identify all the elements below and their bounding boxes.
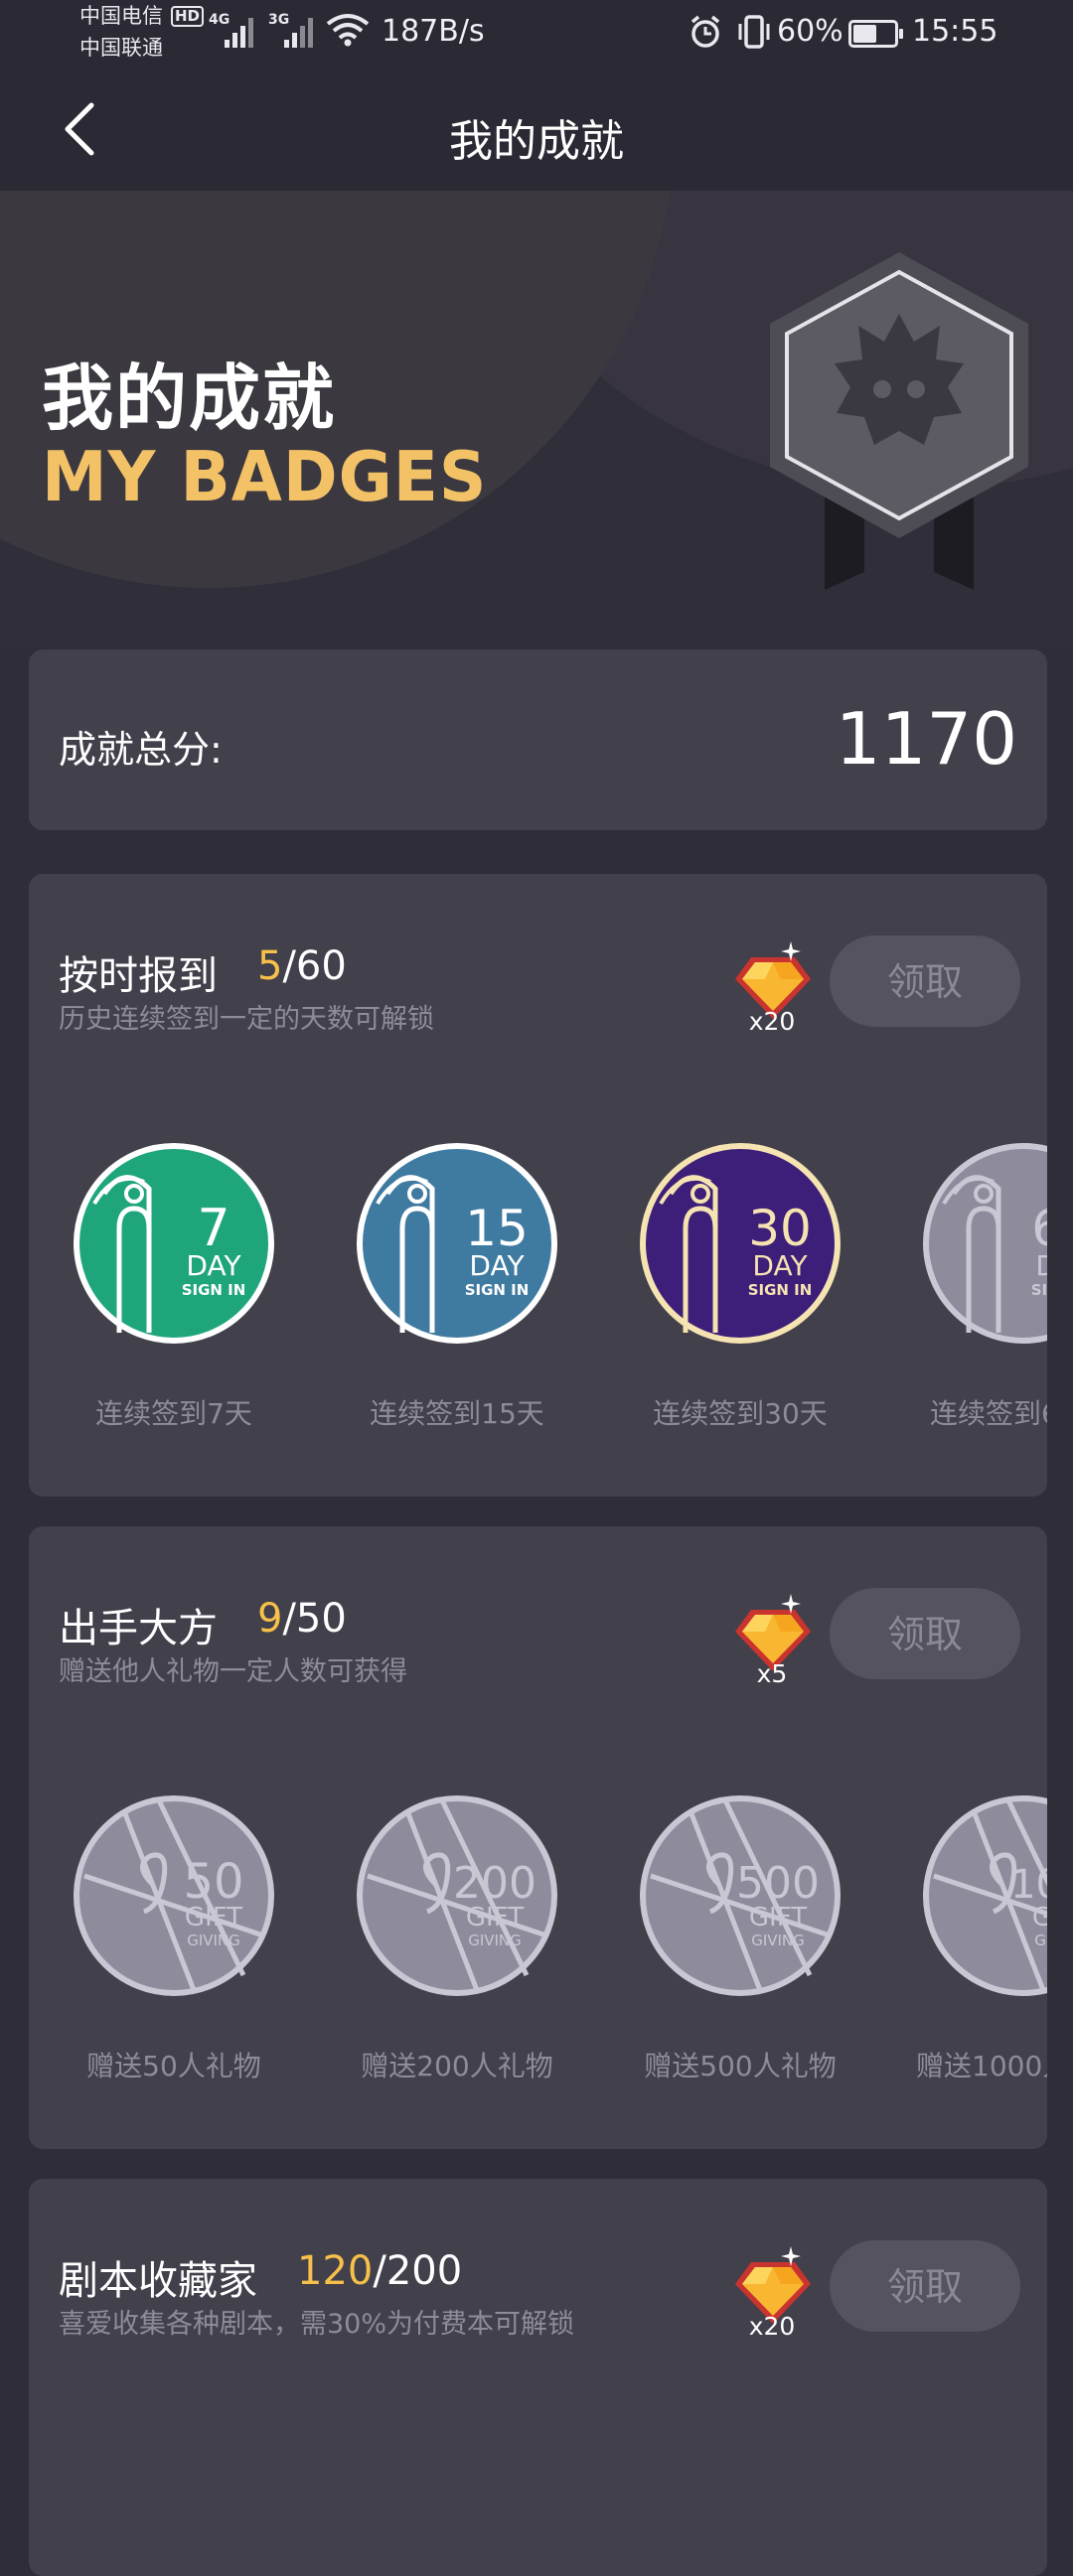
wifi-icon [326, 14, 370, 47]
carrier-2: 中国联通 [79, 36, 163, 60]
svg-text:GIFT: GIFT [1032, 1903, 1047, 1932]
badge-sign-in-15[interactable]: 15 DAY SIGN IN [348, 1134, 566, 1353]
badge-sign-in-60[interactable]: 60 DAY SIGN IN [914, 1134, 1047, 1353]
svg-text:SIGN IN: SIGN IN [182, 1281, 246, 1299]
badge-label: 连续签到30天 [653, 1397, 828, 1430]
total-score-card: 成就总分: 1170 [29, 649, 1047, 830]
nav-bar: 我的成就 [0, 70, 1073, 191]
svg-text:500: 500 [736, 1858, 820, 1909]
signal-icon-2 [284, 14, 320, 48]
svg-text:SIGN IN: SIGN IN [1031, 1281, 1047, 1299]
vibrate-icon [738, 15, 770, 49]
achievement-description: 赠送他人礼物一定人数可获得 [59, 1656, 407, 1687]
network-speed: 187B/s [382, 14, 485, 49]
svg-text:DAY: DAY [469, 1249, 525, 1282]
achievement-title: 剧本收藏家 [59, 2258, 257, 2304]
hero-banner: 我的成就 MY BADGES [0, 191, 1073, 647]
signal-icon [225, 14, 260, 48]
achievement-description: 喜爱收集各种剧本，需30%为付费本可解锁 [59, 2309, 575, 2340]
medal-icon [770, 252, 1028, 590]
badge-gift-500[interactable]: 500 GIFT GIVING [631, 1787, 849, 2005]
achievement-title: 按时报到 [59, 953, 218, 999]
svg-text:DAY: DAY [752, 1249, 808, 1282]
reward-count: x5 [756, 1659, 788, 1688]
svg-text:50: 50 [183, 1854, 243, 1910]
battery-percent: 60% [777, 14, 843, 49]
svg-text:DAY: DAY [186, 1249, 241, 1282]
svg-text:GIVING: GIVING [751, 1932, 805, 1949]
svg-text:GIFT: GIFT [185, 1903, 242, 1932]
svg-text:SIGN IN: SIGN IN [465, 1281, 530, 1299]
battery-icon [848, 20, 903, 48]
achievement-progress: 120/200 [297, 2248, 463, 2294]
svg-text:SIGN IN: SIGN IN [748, 1281, 813, 1299]
claim-button[interactable]: 领取 [830, 1588, 1020, 1679]
badge-sign-in-30[interactable]: 30 DAY SIGN IN [631, 1134, 849, 1353]
clock: 15:55 [912, 14, 998, 49]
claim-button[interactable]: 领取 [830, 2240, 1020, 2332]
reward-count: x20 [748, 1007, 796, 1036]
achievement-progress: 9/50 [257, 1596, 347, 1642]
svg-text:GIVING: GIVING [468, 1932, 522, 1949]
svg-text:1000: 1000 [1010, 1862, 1047, 1908]
badge-label: 连续签到7天 [95, 1397, 252, 1430]
badge-gift-1000[interactable]: 1000 GIFT GIVING [914, 1787, 1047, 2005]
badge-sign-in-7[interactable]: 7 DAY SIGN IN [65, 1134, 283, 1353]
svg-text:DAY: DAY [1035, 1249, 1047, 1282]
badge-gift-50[interactable]: 50 GIFT GIVING [65, 1787, 283, 2005]
badge-label: 赠送50人礼物 [86, 2050, 261, 2082]
svg-text:200: 200 [453, 1858, 536, 1909]
achievement-title: 出手大方 [59, 1606, 218, 1651]
hero-subtitle: MY BADGES [42, 437, 488, 517]
total-score-label: 成就总分: [59, 728, 223, 772]
badge-label: 赠送1000人礼物 [916, 2050, 1047, 2082]
badge-label: 赠送200人礼物 [361, 2050, 553, 2082]
achievement-progress: 5/60 [257, 943, 347, 989]
achievement-card-sign-in: 按时报到 5/60 历史连续签到一定的天数可解锁 x20 领取 7 DAY SI… [29, 874, 1047, 1497]
badge-label: 赠送500人礼物 [644, 2050, 837, 2082]
svg-text:GIFT: GIFT [466, 1903, 524, 1932]
status-bar: 中国电信 中国联通 HD 4G 3G 187B/s 60% 15:55 [0, 0, 1073, 70]
carrier-1: 中国电信 [79, 4, 163, 28]
svg-text:GIVING: GIVING [187, 1932, 240, 1949]
achievement-description: 历史连续签到一定的天数可解锁 [59, 1004, 434, 1035]
achievement-card-gift-giving: 出手大方 9/50 赠送他人礼物一定人数可获得 x5 领取 50 GIFT GI… [29, 1526, 1047, 2149]
page-title: 我的成就 [449, 116, 624, 167]
svg-text:GIFT: GIFT [749, 1903, 807, 1932]
achievement-card-script-collector: 剧本收藏家 120/200 喜爱收集各种剧本，需30%为付费本可解锁 x20 领… [29, 2179, 1047, 2576]
alarm-icon [690, 15, 720, 48]
total-score-value: 1170 [835, 697, 1017, 781]
hero-title: 我的成就 [42, 357, 337, 440]
badge-gift-200[interactable]: 200 GIFT GIVING [348, 1787, 566, 2005]
badge-label: 连续签到15天 [370, 1397, 544, 1430]
badge-label: 连续签到60天 [930, 1397, 1047, 1430]
reward-count: x20 [748, 2312, 796, 2341]
claim-button[interactable]: 领取 [830, 935, 1020, 1027]
svg-text:GIVING: GIVING [1034, 1932, 1047, 1949]
hd-indicator: HD [171, 6, 205, 27]
